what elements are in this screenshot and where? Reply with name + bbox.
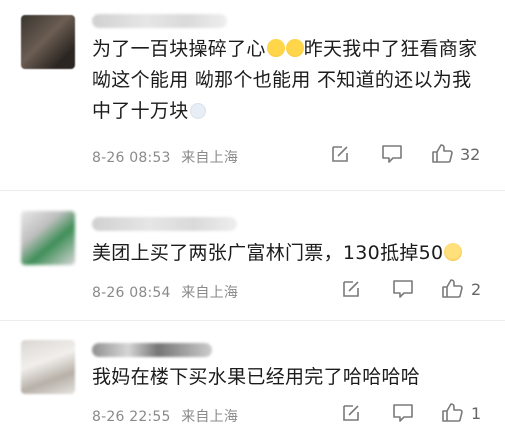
thumbs-up-icon[interactable] [431,142,453,164]
comment-meta: 8-26 08:54 来自上海 [92,282,238,302]
share-edit-icon[interactable] [341,403,361,423]
username-blurred[interactable] [92,14,227,28]
comment-text-part: 美团上买了两张广富林门票，130抵掉50 [92,242,444,264]
thumbs-up-icon[interactable] [441,401,463,423]
comment-text: 美团上买了两张广富林门票，130抵掉50 [92,238,487,269]
thumbs-up-icon[interactable] [441,277,463,299]
comment-date: 8-26 08:54 [92,285,171,301]
username-blurred[interactable] [92,343,212,357]
laughing-emoji-icon [285,39,304,57]
comment-meta: 8-26 22:55 来自上海 [92,406,238,426]
comment-location: 来自上海 [181,285,239,301]
avatar[interactable] [21,340,75,394]
shocked-emoji-icon [444,243,463,261]
divider [0,190,505,191]
comment-location: 来自上海 [181,409,239,425]
laughing-emoji-icon [266,39,285,57]
divider [0,320,505,321]
comment-text-part: 我妈在楼下买水果已经用完了哈哈哈哈 [92,366,421,388]
comment-bubble-icon[interactable] [392,403,414,423]
comment-bubble-icon[interactable] [392,279,414,299]
username-blurred[interactable] [92,217,237,231]
comment-date: 8-26 22:55 [92,409,171,425]
comment-text-part: 为了一百块操碎了心 [92,38,266,60]
comment-meta: 8-26 08:53 来自上海 [92,147,238,167]
like-count: 2 [471,280,482,299]
share-edit-icon[interactable] [341,279,361,299]
avatar[interactable] [21,15,75,69]
comment-item: 美团上买了两张广富林门票，130抵掉50 8-26 08:54 来自上海 2 [0,195,505,315]
comment-bubble-icon[interactable] [381,144,403,164]
comment-date: 8-26 08:53 [92,150,171,166]
scream-emoji-icon [189,103,206,119]
comment-text: 我妈在楼下买水果已经用完了哈哈哈哈 [92,362,487,393]
comment-item: 为了一百块操碎了心 昨天我中了狂看商家 呦这个能用 呦那个也能用 不知道的还以为我… [0,0,505,183]
comment-location: 来自上海 [181,150,239,166]
like-count: 1 [471,404,482,423]
like-count: 32 [460,145,481,164]
share-edit-icon[interactable] [330,144,350,164]
avatar[interactable] [21,211,75,265]
comment-item: 我妈在楼下买水果已经用完了哈哈哈哈 8-26 22:55 来自上海 1 [0,325,505,447]
comment-text: 为了一百块操碎了心 昨天我中了狂看商家 呦这个能用 呦那个也能用 不知道的还以为我… [92,34,487,127]
